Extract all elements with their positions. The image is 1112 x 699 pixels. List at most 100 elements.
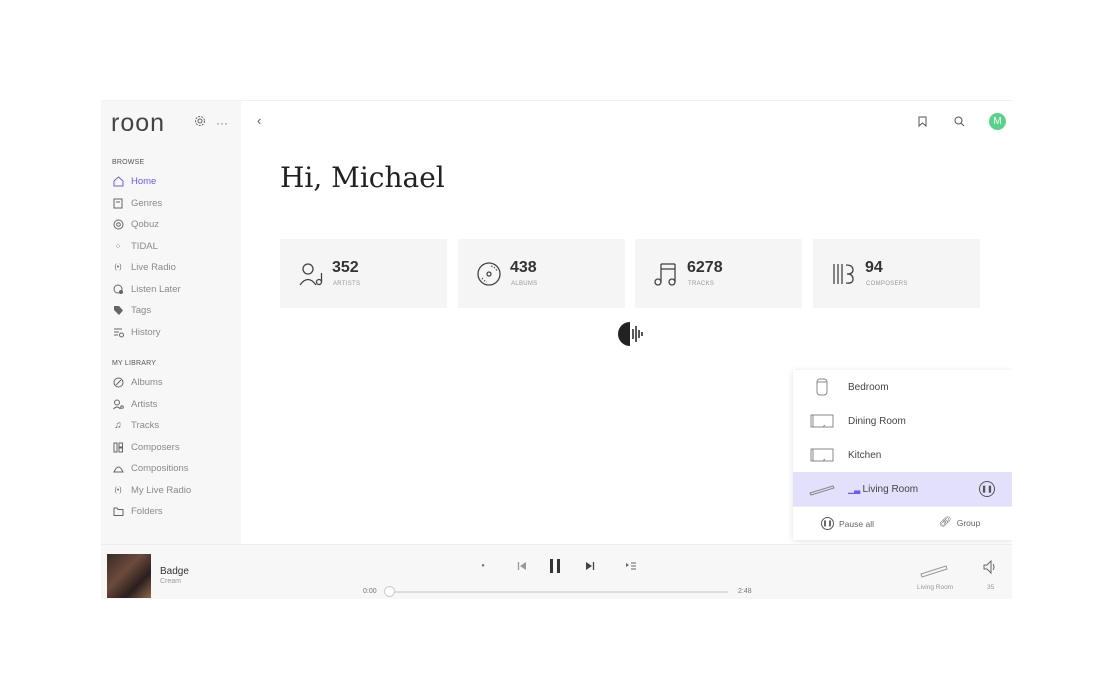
zone-name: ▁▃ Living Room bbox=[848, 483, 919, 495]
current-zone-label[interactable]: Living Room bbox=[917, 584, 953, 591]
search-icon[interactable] bbox=[952, 114, 966, 128]
sidebar-item-label: History bbox=[131, 326, 161, 338]
sidebar-item-albums[interactable]: Albums bbox=[112, 373, 163, 391]
zone-name: Dining Room bbox=[848, 415, 906, 427]
sidebar-item-label: Qobuz bbox=[131, 218, 159, 230]
more-options-icon[interactable]: ··· bbox=[214, 115, 230, 131]
progress-knob[interactable] bbox=[384, 586, 395, 597]
history-icon bbox=[112, 326, 124, 338]
tag-icon bbox=[112, 304, 124, 316]
soundbar-icon[interactable] bbox=[919, 561, 949, 579]
qobuz-icon bbox=[112, 218, 124, 230]
genres-icon bbox=[112, 197, 124, 209]
track-icon: ♫ bbox=[114, 419, 122, 431]
zone-name: Bedroom bbox=[848, 381, 889, 393]
sidebar-item-label: Composers bbox=[131, 441, 180, 453]
volume-icon[interactable] bbox=[982, 559, 998, 575]
pause-all-button[interactable]: ❚❚ Pause all bbox=[821, 517, 874, 530]
composition-icon bbox=[112, 462, 124, 474]
folder-icon bbox=[112, 505, 124, 517]
zone-name: Kitchen bbox=[848, 449, 882, 461]
progress-bar[interactable] bbox=[384, 586, 728, 597]
sidebar-item-my-live-radio[interactable]: (•) My Live Radio bbox=[112, 481, 191, 499]
sidebar-item-tidal[interactable]: ⁘ TIDAL bbox=[112, 237, 158, 255]
now-playing-bar: Badge Cream ● 0:00 2:48 Living Room 35 bbox=[101, 544, 1012, 599]
home-icon bbox=[112, 175, 124, 187]
stat-value: 352 bbox=[332, 259, 359, 276]
sidebar-item-label: Genres bbox=[131, 197, 163, 209]
settings-gear-icon[interactable] bbox=[192, 115, 208, 131]
sidebar-item-label: Compositions bbox=[131, 462, 189, 474]
volume-value: 35 bbox=[987, 584, 995, 591]
queue-icon[interactable] bbox=[624, 557, 638, 575]
sidebar-item-artists[interactable]: Artists bbox=[112, 395, 157, 413]
library-section-label: MY LIBRARY bbox=[112, 360, 157, 367]
loading-spinner-icon bbox=[617, 321, 647, 347]
tv-icon bbox=[809, 446, 835, 464]
sidebar-item-genres[interactable]: Genres bbox=[112, 194, 162, 212]
sidebar-item-label: Listen Later bbox=[131, 283, 181, 295]
sidebar-item-tags[interactable]: Tags bbox=[112, 301, 151, 319]
stat-card-composers[interactable]: 94 COMPOSERS bbox=[813, 239, 980, 308]
sidebar-item-composers[interactable]: Composers bbox=[112, 438, 180, 456]
sidebar-item-live-radio[interactable]: (•) Live Radio bbox=[112, 258, 176, 276]
album-icon bbox=[112, 376, 124, 388]
playing-bars-icon: ▁▃ bbox=[848, 484, 863, 494]
zone-item-kitchen[interactable]: Kitchen bbox=[793, 438, 1012, 472]
sidebar-item-label: My Live Radio bbox=[131, 484, 192, 496]
sidebar-item-qobuz[interactable]: Qobuz bbox=[112, 215, 159, 233]
roon-logo: roon bbox=[111, 109, 166, 137]
sidebar-item-label: Tags bbox=[131, 304, 152, 316]
next-track-icon[interactable] bbox=[583, 557, 597, 575]
pause-button[interactable] bbox=[547, 557, 563, 575]
sidebar-item-label: Home bbox=[131, 175, 157, 187]
zone-item-dining-room[interactable]: Dining Room bbox=[793, 404, 1012, 438]
sidebar-item-tracks[interactable]: ♫ Tracks bbox=[112, 416, 159, 434]
bookmark-icon[interactable] bbox=[915, 114, 929, 128]
composers-icon bbox=[831, 261, 857, 287]
track-title[interactable]: Badge bbox=[160, 566, 189, 577]
stat-label: ARTISTS bbox=[333, 281, 361, 287]
group-button[interactable]: 🔗︎ Group bbox=[939, 517, 980, 528]
stat-card-artists[interactable]: 352 ARTISTS bbox=[280, 239, 447, 308]
stat-value: 94 bbox=[865, 259, 883, 276]
speaker-icon bbox=[809, 378, 835, 396]
listen-later-icon bbox=[112, 283, 124, 295]
soundbar-icon bbox=[809, 480, 835, 498]
zone-pause-button[interactable]: ❚❚ bbox=[979, 481, 995, 497]
elapsed-time: 0:00 bbox=[363, 588, 377, 595]
track-artist[interactable]: Cream bbox=[160, 578, 181, 585]
stat-label: COMPOSERS bbox=[866, 281, 908, 287]
sidebar-item-home[interactable]: Home bbox=[112, 172, 156, 190]
radio-icon: (•) bbox=[114, 486, 122, 494]
sidebar-item-listen-later[interactable]: Listen Later bbox=[112, 280, 181, 298]
artist-icon bbox=[298, 261, 324, 287]
album-cover[interactable] bbox=[107, 554, 151, 598]
user-avatar[interactable]: M bbox=[989, 113, 1006, 130]
duration-time: 2:48 bbox=[738, 588, 752, 595]
stat-value: 6278 bbox=[687, 259, 723, 276]
previous-track-icon[interactable] bbox=[515, 557, 529, 575]
sidebar-item-label: Artists bbox=[131, 398, 158, 410]
back-chevron-icon[interactable]: ‹ bbox=[257, 113, 261, 128]
zone-item-living-room[interactable]: ▁▃ Living Room ❚❚ bbox=[793, 472, 1012, 506]
browse-section-label: BROWSE bbox=[112, 159, 145, 166]
zone-item-bedroom[interactable]: Bedroom bbox=[793, 370, 1012, 404]
sidebar-item-label: Folders bbox=[131, 505, 163, 517]
stat-value: 438 bbox=[510, 259, 537, 276]
tracks-icon bbox=[653, 261, 679, 287]
sidebar-item-label: TIDAL bbox=[131, 240, 158, 252]
stat-card-tracks[interactable]: 6278 TRACKS bbox=[635, 239, 802, 308]
stat-label: TRACKS bbox=[688, 281, 715, 287]
album-icon bbox=[476, 261, 502, 287]
tidal-icon: ⁘ bbox=[114, 241, 122, 251]
artist-icon bbox=[112, 398, 124, 410]
sidebar-item-folders[interactable]: Folders bbox=[112, 502, 163, 520]
sidebar-item-compositions[interactable]: Compositions bbox=[112, 459, 189, 477]
sidebar: roon ··· BROWSE Home Genres Qobuz ⁘ TIDA… bbox=[101, 101, 241, 544]
sidebar-item-label: Live Radio bbox=[131, 261, 176, 273]
sidebar-item-history[interactable]: History bbox=[112, 323, 161, 341]
stat-card-albums[interactable]: 438 ALBUMS bbox=[458, 239, 625, 308]
pause-icon: ❚❚ bbox=[821, 517, 834, 530]
radio-dot-icon[interactable]: ● bbox=[477, 557, 489, 575]
